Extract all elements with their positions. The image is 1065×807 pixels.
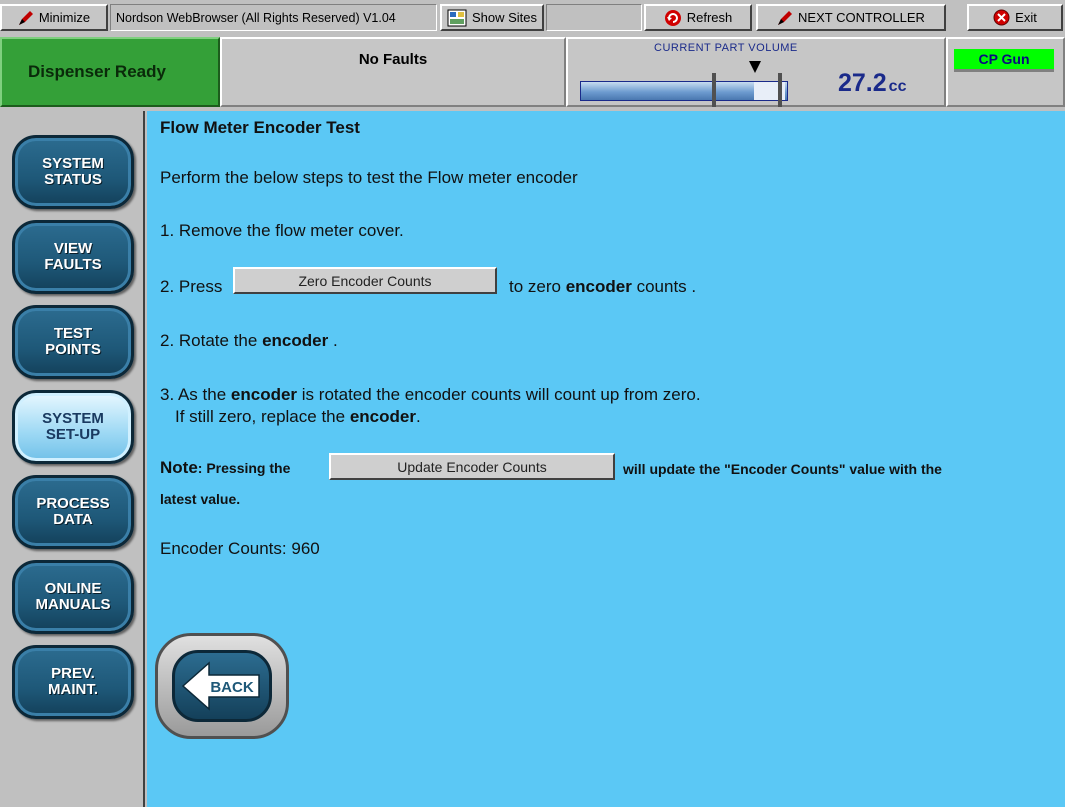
note-line2: latest value. [160,491,241,507]
exit-icon [993,9,1010,26]
page-title: Flow Meter Encoder Test [160,118,360,137]
sidebar-item-label: PROCESS DATA [36,495,110,528]
app-title: Nordson WebBrowser (All Rights Reserved)… [110,4,437,31]
encoder-counts-label: Encoder Counts: [160,539,287,558]
volume-marker [748,61,761,73]
sidebar-item-label: SYSTEM STATUS [42,155,104,188]
text-fragment: . [415,407,421,426]
dispenser-status: Dispenser Ready [0,37,220,107]
minimize-label: Minimize [38,10,91,25]
top-toolbar: Minimize Nordson WebBrowser (All Rights … [0,0,1065,38]
volume-limit-tick [712,73,716,107]
back-arrow-icon: BACK [181,661,260,711]
note-prefix: Note: Pressing the [160,458,290,478]
sidebar-item-view-faults[interactable]: VIEW FAULTS [12,220,134,294]
sidebar-item-system-setup[interactable]: SYSTEM SET-UP [12,390,134,464]
sidebar-item-process-data[interactable]: PROCESS DATA [12,475,134,549]
refresh-button[interactable]: Refresh [644,4,752,31]
zero-encoder-counts-button[interactable]: Zero Encoder Counts [233,267,497,294]
step-rotate-encoder: 2. Rotate the encoder . [160,331,338,351]
show-sites-label: Show Sites [471,10,538,25]
step-replace-encoder: If still zero, replace the encoder. [175,407,421,427]
back-label: BACK [210,679,253,696]
toolbar-spacer [546,4,642,31]
sidebar-item-label: TEST POINTS [45,325,101,358]
next-controller-label: NEXT CONTROLLER [798,10,925,25]
back-button-face: BACK [172,650,272,722]
step-press-zero-suffix: to zero encoder counts . [509,277,696,297]
sidebar-nav: SYSTEM STATUS VIEW FAULTS TEST POINTS SY… [0,111,145,807]
main-content: Flow Meter Encoder Test Perform the belo… [147,111,1065,807]
text-fragment: is rotated the encoder counts will count… [301,385,701,404]
part-volume-panel: CURRENT PART VOLUME 27.2 cc [566,37,946,107]
note-label: Note [160,458,198,477]
bold-term: encoder [262,331,329,350]
sidebar-item-system-status[interactable]: SYSTEM STATUS [12,135,134,209]
gun-badge: CP Gun [954,49,1054,72]
text-fragment: to zero [509,277,561,296]
sites-icon [447,9,467,26]
text-fragment: If still zero, replace the [175,407,346,426]
volume-limit-tick [778,73,782,107]
sidebar-item-label: SYSTEM SET-UP [42,410,104,443]
sidebar-item-online-manuals[interactable]: ONLINE MANUALS [12,560,134,634]
encoder-counts-value: 960 [291,539,320,558]
exit-label: Exit [1015,10,1037,25]
sidebar-item-label: ONLINE MANUALS [35,580,111,613]
volume-label: CURRENT PART VOLUME [654,42,798,54]
pen-icon [778,10,793,25]
step-press-zero-prefix: 2. Press [160,277,223,296]
exit-button[interactable]: Exit [967,4,1063,31]
refresh-icon [664,9,681,26]
show-sites-button[interactable]: Show Sites [440,4,544,31]
volume-readout: 27.2 cc [838,69,906,98]
volume-gauge [580,81,788,101]
next-controller-button[interactable]: NEXT CONTROLLER [756,4,946,31]
note-text: : Pressing the [197,460,291,476]
text-fragment: 3. As the [160,385,227,404]
sidebar-item-label: PREV. MAINT. [48,665,98,698]
sidebar-item-prev-maint[interactable]: PREV. MAINT. [12,645,134,719]
text-fragment: 2. Rotate the [160,331,258,350]
encoder-counts-readout: Encoder Counts: 960 [160,539,320,559]
refresh-label: Refresh [686,10,733,25]
sidebar-item-label: VIEW FAULTS [44,240,102,273]
dispenser-status-text: Dispenser Ready [28,62,166,81]
note-suffix: will update the "Encoder Counts" value w… [623,461,942,477]
zero-encoder-counts-label: Zero Encoder Counts [298,272,432,289]
update-encoder-counts-label: Update Encoder Counts [397,458,547,475]
fault-status-text: No Faults [358,51,428,68]
step-remove-cover: 1. Remove the flow meter cover. [160,221,404,240]
sidebar-item-test-points[interactable]: TEST POINTS [12,305,134,379]
back-button[interactable]: BACK [155,633,289,739]
text-fragment: . [332,331,338,350]
update-encoder-counts-button[interactable]: Update Encoder Counts [329,453,615,480]
bold-term: encoder [349,407,416,426]
volume-value: 27.2 [838,69,887,97]
fault-status: No Faults [220,37,566,107]
bold-term: encoder [230,385,298,404]
intro-text: Perform the below steps to test the Flow… [160,168,578,187]
app-title-text: Nordson WebBrowser (All Rights Reserved)… [116,10,396,25]
minimize-button[interactable]: Minimize [0,4,108,31]
volume-unit: cc [888,78,907,95]
pen-icon [18,10,33,25]
bold-term: encoder [565,277,632,296]
gun-panel: CP Gun [946,37,1065,107]
text-fragment: counts . [636,277,697,296]
step-count-up: 3. As the encoder is rotated the encoder… [160,385,701,405]
